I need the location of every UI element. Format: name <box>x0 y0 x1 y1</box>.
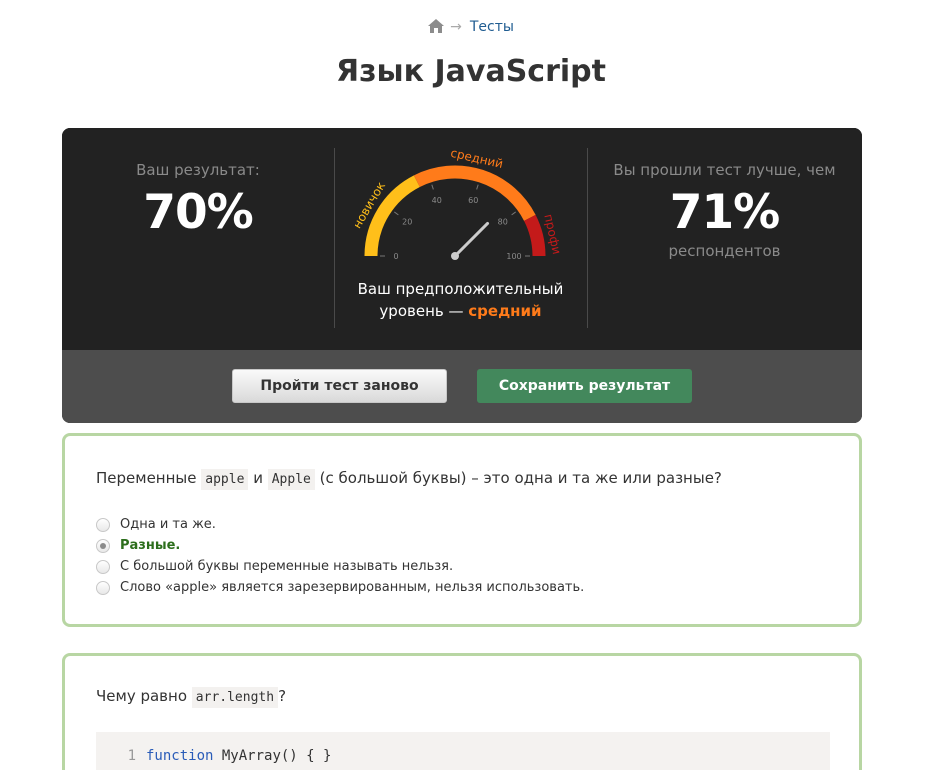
radio-button[interactable] <box>96 559 110 574</box>
inline-code: arr.length <box>191 687 279 708</box>
result-actions <box>62 350 862 423</box>
question-text: Чему равно arr.length? <box>96 687 287 708</box>
result-summary: Ваш результат: 70% 0 20 40 60 80 100 новичок с… <box>62 128 862 350</box>
gauge-tick-label: 0 <box>393 252 398 261</box>
line-number: 1 <box>127 748 136 764</box>
question-card: Чему равно arr.length? 1 function MyArra… <box>62 653 862 770</box>
answer-option[interactable]: Слово «apple» является зарезервированным… <box>96 577 584 598</box>
gauge-pivot <box>451 252 459 260</box>
percentile-column: Вы прошли тест лучше, чем 71% респондент… <box>587 128 862 260</box>
gauge-tick-label: 60 <box>468 196 478 205</box>
result-panel: Ваш результат: 70% 0 20 40 60 80 100 новичок с… <box>62 128 862 423</box>
level-gauge: 0 20 40 60 80 100 новичок средний профи Ваш пре… <box>334 128 587 350</box>
answer-option[interactable]: Одна и та же. <box>96 514 584 535</box>
gauge-tick-label: 40 <box>432 196 442 205</box>
radio-button[interactable] <box>96 538 110 553</box>
gauge-tick <box>476 184 479 190</box>
answer-option-label: С большой буквы переменные называть нель… <box>120 559 454 574</box>
answer-option[interactable]: Разные. <box>96 535 584 556</box>
question-text-part: ? <box>278 687 287 705</box>
gauge-tick-label: 80 <box>498 217 508 226</box>
question-text-part: Переменные <box>96 469 197 487</box>
question-text-part: и <box>253 469 263 487</box>
retry-test-button[interactable]: Пройти тест заново <box>232 369 447 403</box>
level-value: средний <box>468 302 542 320</box>
percentile-label: Вы прошли тест лучше, чем <box>613 161 836 179</box>
question-text-part: (с большой буквы) – это одна и та же или… <box>319 469 722 487</box>
answer-option-label: Разные. <box>120 538 181 553</box>
gauge-dial: 02040 6080100 новичоксреднийпрофи <box>355 146 564 261</box>
code-block: 1 function MyArray() { } <box>96 732 830 770</box>
inline-code: apple <box>201 469 249 490</box>
score-value: 70% <box>143 185 254 240</box>
breadcrumb-arrow: → <box>450 19 462 35</box>
save-result-button[interactable]: Сохранить результат <box>477 369 692 403</box>
answer-options: Одна и та же. Разные. С большой буквы пере… <box>96 514 584 598</box>
home-icon[interactable] <box>428 19 445 37</box>
answer-option-label: Слово «apple» является зарезервированным… <box>120 580 585 595</box>
gauge-tick <box>511 211 516 216</box>
score-column: Ваш результат: 70% <box>62 128 334 240</box>
code-line: function MyArray() { } <box>146 748 331 764</box>
gauge-tick <box>431 184 434 190</box>
gauge-needle <box>453 221 490 258</box>
gauge-zone-arc <box>523 214 546 257</box>
answer-option-label: Одна и та же. <box>120 517 216 532</box>
code-keyword: function <box>146 748 214 764</box>
radio-button[interactable] <box>96 580 110 595</box>
breadcrumb-link-tests[interactable]: Тесты <box>470 19 514 35</box>
gauge-tick <box>394 211 399 216</box>
question-card: Переменные apple и Apple (с большой букв… <box>62 433 862 627</box>
inline-code: Apple <box>267 469 315 490</box>
answer-option[interactable]: С большой буквы переменные называть нель… <box>96 556 584 577</box>
gauge-tick-label: 20 <box>402 217 412 226</box>
score-label: Ваш результат: <box>136 161 260 179</box>
percentile-sub: респондентов <box>668 242 781 260</box>
level-text: Ваш предположительный уровень — средний <box>334 278 587 322</box>
radio-button[interactable] <box>96 517 110 532</box>
percentile-value: 71% <box>669 185 781 240</box>
page-title: Язык JavaScript <box>336 54 606 89</box>
breadcrumb: → Тесты <box>0 19 942 37</box>
code-text: MyArray() { } <box>221 748 332 764</box>
question-text-part: Чему равно <box>96 687 188 705</box>
gauge-tick-label: 100 <box>506 252 521 261</box>
question-text: Переменные apple и Apple (с большой букв… <box>96 469 722 490</box>
